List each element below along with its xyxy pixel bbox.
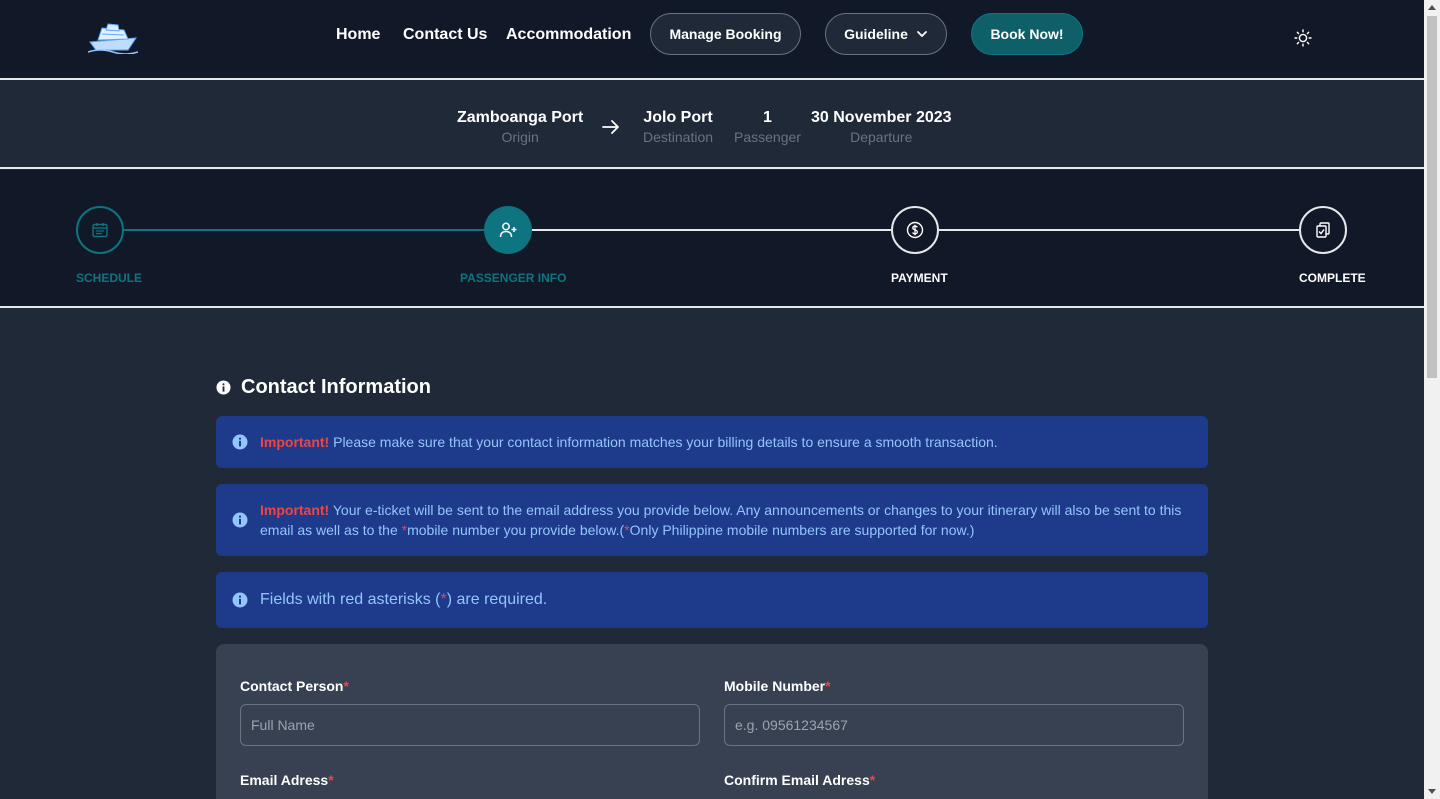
calendar-icon xyxy=(92,223,108,238)
mobile-number-input[interactable] xyxy=(724,704,1184,746)
info-circle-icon xyxy=(232,434,248,450)
guideline-dropdown-button[interactable]: Guideline xyxy=(825,13,947,55)
contact-information-heading: Contact Information xyxy=(216,376,431,399)
page-scrollbar[interactable] xyxy=(1424,0,1440,799)
step-label-payment: PAYMENT xyxy=(891,271,948,285)
alert-message-part2: mobile number you provide below.( xyxy=(407,522,625,538)
info-circle-icon xyxy=(232,512,248,528)
confirm-email-label-text: Confirm Email Adress xyxy=(724,772,870,788)
important-label: Important! xyxy=(260,502,330,518)
theme-toggle-sun-icon[interactable] xyxy=(1294,29,1312,47)
step-passenger-info xyxy=(484,206,532,254)
alert-message-part3: Only Philippine mobile numbers are suppo… xyxy=(629,522,975,538)
step-label-passenger-info: PASSENGER INFO xyxy=(460,271,567,285)
passenger-summary: 1 Passenger xyxy=(734,108,801,146)
confirm-email-label: Confirm Email Adress* xyxy=(724,772,875,788)
important-label: Important! xyxy=(260,434,330,450)
contact-person-input[interactable] xyxy=(240,704,700,746)
scroll-up-arrow-icon[interactable] xyxy=(1428,5,1436,10)
arrow-right-icon xyxy=(602,120,619,134)
step-complete xyxy=(1299,206,1347,254)
top-navbar: Home Contact Us Accommodation Manage Boo… xyxy=(0,0,1424,80)
scrollbar-thumb[interactable] xyxy=(1427,16,1437,378)
info-circle-icon xyxy=(232,592,248,608)
origin-value: Zamboanga Port xyxy=(457,109,584,126)
destination-summary: Jolo Port Destination xyxy=(643,108,713,146)
contact-form-card: Contact Person* Mobile Number* Email Adr… xyxy=(216,644,1208,799)
manage-booking-label: Manage Booking xyxy=(669,26,782,42)
clipboard-check-icon xyxy=(1316,222,1330,238)
mobile-number-label: Mobile Number* xyxy=(724,678,831,694)
step-connector-done xyxy=(124,229,484,231)
email-label: Email Adress* xyxy=(240,772,334,788)
step-label-schedule: SCHEDULE xyxy=(76,271,143,285)
departure-label: Departure xyxy=(850,129,913,145)
origin-label: Origin xyxy=(501,129,539,145)
nav-contact-link[interactable]: Contact Us xyxy=(403,26,487,44)
alert-text: Important! Your e-ticket will be sent to… xyxy=(260,500,1192,540)
destination-value: Jolo Port xyxy=(643,109,713,126)
section-title: Contact Information xyxy=(241,376,431,398)
alert-message-part2: ) are required. xyxy=(446,591,548,608)
alert-message: Please make sure that your contact infor… xyxy=(329,434,998,450)
dollar-circle-icon xyxy=(906,221,924,239)
alert-message-part1: Fields with red asterisks ( xyxy=(260,591,441,608)
email-label-text: Email Adress xyxy=(240,772,329,788)
booking-progress-stepper: SCHEDULE PASSENGER INFO PAYMENT COMPLETE xyxy=(0,170,1424,308)
required-fields-alert: Fields with red asterisks (*) are requir… xyxy=(216,572,1208,628)
departure-summary: 30 November 2023 Departure xyxy=(811,108,952,146)
guideline-label: Guideline xyxy=(844,26,908,42)
book-now-button[interactable]: Book Now! xyxy=(971,13,1083,55)
required-asterisk: * xyxy=(825,678,831,694)
trip-summary-bar: Zamboanga Port Origin Jolo Port Destinat… xyxy=(0,82,1424,169)
book-now-label: Book Now! xyxy=(990,26,1064,42)
required-asterisk: * xyxy=(328,772,334,788)
eticket-alert: Important! Your e-ticket will be sent to… xyxy=(216,484,1208,556)
scroll-down-arrow-icon[interactable] xyxy=(1428,789,1436,794)
nav-accommodation-link[interactable]: Accommodation xyxy=(506,26,631,44)
required-asterisk: * xyxy=(343,678,349,694)
step-label-complete: COMPLETE xyxy=(1299,271,1366,285)
step-connector xyxy=(939,229,1299,231)
step-payment xyxy=(891,206,939,254)
passenger-value: 1 xyxy=(763,109,772,126)
step-schedule xyxy=(76,206,124,254)
departure-value: 30 November 2023 xyxy=(811,109,952,126)
nav-home-link[interactable]: Home xyxy=(336,26,380,44)
ship-logo-icon[interactable] xyxy=(88,22,138,54)
passenger-label: Passenger xyxy=(734,129,801,145)
user-plus-icon xyxy=(499,222,517,238)
required-asterisk: * xyxy=(869,772,876,788)
alert-text: Fields with red asterisks (*) are requir… xyxy=(260,590,547,610)
mobile-number-label-text: Mobile Number xyxy=(724,678,826,694)
info-circle-icon xyxy=(216,380,231,395)
billing-match-alert: Important! Please make sure that your co… xyxy=(216,416,1208,468)
origin-summary: Zamboanga Port Origin xyxy=(457,108,583,146)
contact-person-label-text: Contact Person xyxy=(240,678,344,694)
destination-label: Destination xyxy=(643,129,714,145)
manage-booking-button[interactable]: Manage Booking xyxy=(650,13,801,55)
alert-text: Important! Please make sure that your co… xyxy=(260,432,998,452)
step-connector xyxy=(532,229,891,231)
chevron-down-icon xyxy=(916,31,927,38)
contact-person-label: Contact Person* xyxy=(240,678,349,694)
